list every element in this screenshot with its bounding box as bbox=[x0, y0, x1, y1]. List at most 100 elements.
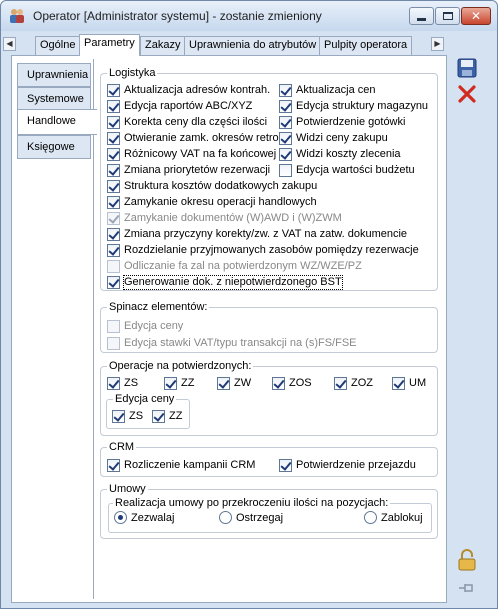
checkbox-icon bbox=[279, 132, 292, 145]
checkbox-icon bbox=[107, 260, 120, 273]
side-tab-handlowe[interactable]: Handlowe bbox=[17, 109, 97, 135]
cb-rozdzielanie-zasobow[interactable]: Rozdzielanie przyjmowanych zasobów pomię… bbox=[107, 244, 419, 257]
operator-icon bbox=[10, 9, 24, 23]
checkbox-icon bbox=[107, 320, 120, 333]
cb-edycja-raportow[interactable]: Edycja raportów ABC/XYZ bbox=[107, 100, 252, 113]
cb-label: Edycja wartości budżetu bbox=[296, 164, 415, 176]
tab-uprawnienia-atrybutow[interactable]: Uprawnienia do atrybutów bbox=[184, 36, 322, 55]
cb-zmiana-przyczyny-korekty[interactable]: Zmiana przyczyny korekty/zw. z VAT na za… bbox=[107, 228, 407, 241]
cb-label: Generowanie dok. z niepotwierdzonego BST bbox=[123, 275, 343, 290]
cb-label: ZZ bbox=[181, 377, 195, 389]
checkbox-icon bbox=[107, 148, 120, 161]
cb-label: Aktualizacja adresów kontrah. bbox=[124, 84, 271, 96]
cb-rozliczenie-kampanii[interactable]: Rozliczenie kampanii CRM bbox=[107, 459, 255, 472]
cb-potwierdzenie-przejazdu[interactable]: Potwierdzenie przejazdu bbox=[279, 459, 416, 472]
title-bar: Operator [Administrator systemu] - zosta… bbox=[1, 1, 497, 31]
side-tab-systemowe[interactable]: Systemowe bbox=[17, 87, 91, 111]
crm-title: CRM bbox=[107, 440, 137, 454]
checkbox-icon bbox=[279, 148, 292, 161]
cb-odliczanie-fa-zal: Odliczanie fa zal na potwierdzonym WZ/WZ… bbox=[107, 260, 362, 273]
cb-roznicowy-vat[interactable]: Różnicowy VAT na fa końcowej bbox=[107, 148, 276, 161]
cb-label: Edycja ceny bbox=[124, 320, 184, 332]
checkbox-icon bbox=[334, 377, 347, 390]
checkbox-icon bbox=[107, 116, 120, 129]
cb-op-zos[interactable]: ZOS bbox=[272, 377, 312, 390]
maximize-button[interactable] bbox=[435, 7, 460, 25]
cb-edycja-struktury[interactable]: Edycja struktury magazynu bbox=[279, 100, 428, 113]
checkbox-icon bbox=[279, 164, 292, 177]
radio-ostrzegaj[interactable]: Ostrzegaj bbox=[219, 511, 283, 524]
cb-label: Zamykanie dokumentów (W)AWD i (W)ZWM bbox=[124, 212, 342, 224]
cb-label: ZS bbox=[124, 377, 139, 389]
tab-ogolne[interactable]: Ogólne bbox=[35, 36, 81, 55]
cb-widzi-koszty-zlecenia[interactable]: Widzi koszty zlecenia bbox=[279, 148, 401, 161]
realizacja-title: Realizacja umowy po przekroczeniu ilości… bbox=[113, 496, 391, 510]
cb-op-um[interactable]: UM bbox=[392, 377, 426, 390]
cb-label: Zmiana priorytetów rezerwacji bbox=[124, 164, 271, 176]
tab-scroll-right[interactable]: ▶ bbox=[431, 37, 444, 51]
cb-generowanie-dok-bst[interactable]: Generowanie dok. z niepotwierdzonego BST bbox=[107, 275, 343, 290]
cb-label: ZW bbox=[234, 377, 252, 389]
cb-edycja-wartosci-budzetu[interactable]: Edycja wartości budżetu bbox=[279, 164, 415, 177]
cb-widzi-ceny-zakupu[interactable]: Widzi ceny zakupu bbox=[279, 132, 388, 145]
save-icon bbox=[457, 58, 477, 78]
minimize-icon bbox=[417, 17, 426, 21]
checkbox-icon bbox=[107, 337, 120, 350]
cb-label: Aktualizacja cen bbox=[296, 84, 376, 96]
checkbox-icon bbox=[107, 276, 120, 289]
tab-pulpity-operatora[interactable]: Pulpity operatora bbox=[319, 36, 413, 55]
cb-label: Widzi ceny zakupu bbox=[296, 132, 388, 144]
cb-label: Edycja raportów ABC/XYZ bbox=[124, 100, 253, 112]
cb-aktualizacja-cen[interactable]: Aktualizacja cen bbox=[279, 84, 376, 97]
pin-icon bbox=[459, 584, 473, 592]
spinacz-title: Spinacz elementów: bbox=[107, 300, 210, 314]
checkbox-icon bbox=[392, 377, 405, 390]
cb-potwierdzenie-gotowki[interactable]: Potwierdzenie gotówki bbox=[279, 116, 405, 129]
cb-struktura-kosztow[interactable]: Struktura kosztów dodatkowych zakupu bbox=[107, 180, 317, 193]
window-title: Operator [Administrator systemu] - zosta… bbox=[33, 9, 322, 23]
cb-spinacz-edycja-ceny: Edycja ceny bbox=[107, 320, 183, 333]
lock-button[interactable] bbox=[456, 549, 478, 571]
cb-aktualizacja-adresow[interactable]: Aktualizacja adresów kontrah. bbox=[107, 84, 270, 97]
side-tab-ksiegowe[interactable]: Księgowe bbox=[17, 135, 91, 159]
tab-strip: Ogólne Parametry Zakazy Uprawnienia do a… bbox=[15, 34, 445, 56]
cb-zmiana-priorytetow[interactable]: Zmiana priorytetów rezerwacji bbox=[107, 164, 270, 177]
cb-label: Edycja struktury magazynu bbox=[296, 100, 429, 112]
checkbox-icon bbox=[164, 377, 177, 390]
pin-button[interactable] bbox=[456, 577, 478, 599]
radio-icon bbox=[219, 511, 232, 524]
side-tab-uprawnienia[interactable]: Uprawnienia bbox=[17, 63, 91, 87]
checkbox-icon bbox=[152, 410, 165, 423]
radio-zablokuj[interactable]: Zablokuj bbox=[364, 511, 423, 524]
close-button[interactable]: ✕ bbox=[461, 7, 491, 25]
radio-zezwalaj[interactable]: Zezwalaj bbox=[114, 511, 174, 524]
checkbox-icon bbox=[107, 377, 120, 390]
cb-label: Odliczanie fa zal na potwierdzonym WZ/WZ… bbox=[124, 260, 362, 272]
cb-edycja-zz[interactable]: ZZ bbox=[152, 410, 182, 423]
cb-korekta-ceny[interactable]: Korekta ceny dla części ilości bbox=[107, 116, 267, 129]
radio-icon bbox=[114, 511, 127, 524]
tab-parametry[interactable]: Parametry bbox=[79, 34, 140, 56]
cb-label: Potwierdzenie przejazdu bbox=[296, 459, 416, 471]
radio-label: Zablokuj bbox=[381, 511, 423, 524]
checkbox-icon bbox=[107, 132, 120, 145]
tab-zakazy[interactable]: Zakazy bbox=[140, 36, 186, 55]
cb-op-zz[interactable]: ZZ bbox=[164, 377, 194, 390]
cb-op-zoz[interactable]: ZOZ bbox=[334, 377, 373, 390]
edycja-ceny-title: Edycja ceny bbox=[113, 392, 177, 406]
save-button[interactable] bbox=[456, 57, 478, 79]
minimize-button[interactable] bbox=[409, 7, 434, 25]
cb-label: Zmiana przyczyny korekty/zw. z VAT na za… bbox=[124, 228, 408, 240]
cb-otwieranie-okresow[interactable]: Otwieranie zamk. okresów retro bbox=[107, 132, 279, 145]
cb-op-zw[interactable]: ZW bbox=[217, 377, 251, 390]
cb-zamykanie-okresu[interactable]: Zamykanie okresu operacji handlowych bbox=[107, 196, 317, 209]
cb-label: ZOZ bbox=[351, 377, 373, 389]
radio-label: Zezwalaj bbox=[131, 511, 175, 524]
cb-edycja-zs[interactable]: ZS bbox=[112, 410, 143, 423]
delete-button[interactable] bbox=[456, 83, 478, 105]
cb-label: Widzi koszty zlecenia bbox=[296, 148, 401, 160]
checkbox-icon bbox=[279, 100, 292, 113]
maximize-icon bbox=[442, 12, 453, 20]
cb-op-zs[interactable]: ZS bbox=[107, 377, 138, 390]
checkbox-icon bbox=[107, 180, 120, 193]
